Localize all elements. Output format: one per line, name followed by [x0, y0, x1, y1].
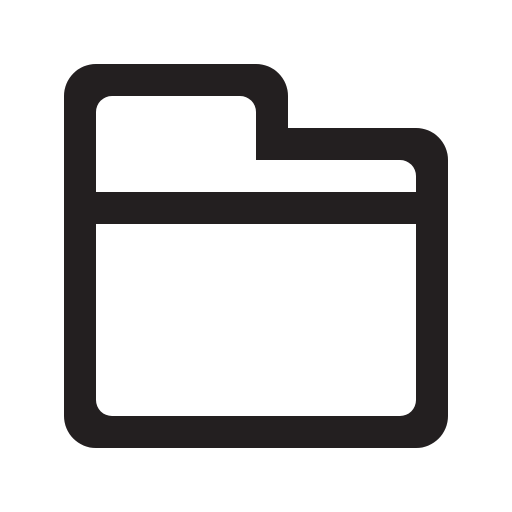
folder-icon [64, 64, 448, 448]
icon-canvas [0, 0, 512, 512]
folder-outline [64, 64, 448, 448]
folder-divider-line [96, 192, 416, 224]
